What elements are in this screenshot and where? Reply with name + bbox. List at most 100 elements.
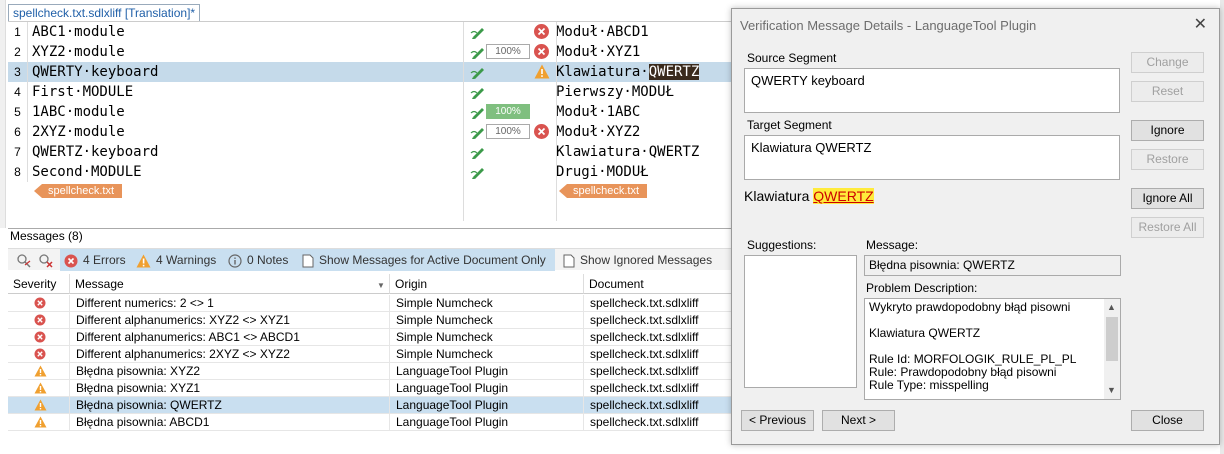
- sort-descending-icon[interactable]: ▼: [377, 281, 385, 290]
- source-cell[interactable]: XYZ2·module: [32, 43, 125, 61]
- source-cell[interactable]: 1ABC·module: [32, 103, 125, 121]
- errors-filter-button[interactable]: 4 Errors: [60, 249, 132, 271]
- segment-row[interactable]: 7 QWERTZ·keyboard Klawiatura·QWERTZ: [8, 142, 734, 162]
- source-segment-box[interactable]: QWERTY keyboard: [744, 68, 1120, 113]
- segment-row[interactable]: 1 ABC1·module Moduł·ABCD1: [8, 22, 734, 42]
- message-row[interactable]: Błędna pisownia: ABCD1 LanguageTool Plug…: [8, 414, 734, 431]
- ignore-all-button[interactable]: Ignore All: [1131, 188, 1204, 209]
- source-cell[interactable]: Second·MODULE: [32, 163, 142, 181]
- segment-row[interactable]: 8 Second·MODULE Drugi·MODUŁ: [8, 162, 734, 182]
- severity-cell: [8, 312, 70, 329]
- clear-messages-button[interactable]: [34, 249, 59, 271]
- problem-line: Wykryto prawdopodobny błąd pisowni: [869, 300, 1071, 314]
- segment-number: 5: [8, 102, 28, 122]
- edit-pencil-icon: [470, 48, 484, 59]
- message-row[interactable]: Different alphanumerics: 2XYZ <> XYZ2 Si…: [8, 346, 734, 363]
- message-column-header[interactable]: Message: [70, 274, 390, 294]
- show-ignored-button[interactable]: Show Ignored Messages: [559, 249, 734, 271]
- message-row[interactable]: Błędna pisownia: XYZ2 LanguageTool Plugi…: [8, 363, 734, 380]
- target-cell[interactable]: Klawiatura·QWERTZ: [556, 63, 700, 81]
- target-text: Moduł·XYZ1: [556, 44, 641, 60]
- ignore-button[interactable]: Ignore: [1131, 120, 1204, 141]
- target-cell[interactable]: Klawiatura·QWERTZ: [556, 143, 699, 161]
- previous-button[interactable]: < Previous: [741, 410, 814, 431]
- source-cell[interactable]: 2XYZ·module: [32, 123, 125, 141]
- status-cell: [466, 82, 556, 102]
- severity-cell: [8, 380, 70, 397]
- source-cell[interactable]: QWERTY·keyboard: [32, 63, 158, 81]
- segment-row[interactable]: 6 2XYZ·module 100% Moduł·XYZ2: [8, 122, 734, 142]
- suggestions-label: Suggestions:: [747, 238, 817, 252]
- severity-column-header[interactable]: Severity: [8, 274, 70, 294]
- source-cell[interactable]: QWERTZ·keyboard: [32, 143, 158, 161]
- message-cell: Different alphanumerics: XYZ2 <> XYZ1: [70, 312, 390, 329]
- document-cell: spellcheck.txt.sdlxliff: [584, 312, 734, 329]
- change-button[interactable]: Change: [1131, 52, 1204, 73]
- source-cell[interactable]: First·MODULE: [32, 83, 133, 101]
- segment-row[interactable]: 3 QWERTY·keyboard Klawiatura·QWERTZ: [8, 62, 734, 82]
- target-cell[interactable]: Pierwszy·MODUŁ: [556, 83, 674, 101]
- active-document-label: Show Messages for Active Document Only: [319, 253, 546, 267]
- active-document-filter-button[interactable]: Show Messages for Active Document Only: [298, 249, 555, 271]
- status-cell: 100%: [466, 102, 556, 122]
- segment-row[interactable]: 4 First·MODULE Pierwszy·MODUŁ: [8, 82, 734, 102]
- message-label: Message:: [866, 238, 919, 252]
- origin-column-header[interactable]: Origin: [390, 274, 584, 294]
- message-cell: Błędna pisownia: XYZ1: [70, 380, 390, 397]
- editor-grid: 1 ABC1·module Moduł·ABCD1 2 XYZ2·module 1…: [8, 21, 734, 221]
- document-cell: spellcheck.txt.sdlxliff: [584, 346, 734, 363]
- edit-pencil-icon: [470, 168, 484, 179]
- origin-cell: Simple Numcheck: [390, 295, 584, 312]
- problem-scrollbar[interactable]: ▲ ▼: [1104, 299, 1120, 399]
- segment-row[interactable]: 5 1ABC·module 100% Moduł·1ABC: [8, 102, 734, 122]
- target-cell[interactable]: Moduł·ABCD1: [556, 23, 649, 41]
- source-cell[interactable]: ABC1·module: [32, 23, 125, 41]
- source-document-tag: spellcheck.txt: [34, 184, 123, 198]
- target-segment-box[interactable]: Klawiatura QWERTZ: [744, 135, 1120, 180]
- message-row[interactable]: Different numerics: 2 <> 1 Simple Numche…: [8, 295, 734, 312]
- problem-lines: Wykryto prawdopodobny błąd pisowni Klawia…: [869, 301, 1116, 392]
- source-segment-label: Source Segment: [747, 51, 837, 65]
- document-cell: spellcheck.txt.sdlxliff: [584, 329, 734, 346]
- scrollbar-thumb[interactable]: [1106, 317, 1118, 361]
- close-button[interactable]: Close: [1131, 410, 1204, 431]
- origin-cell: Simple Numcheck: [390, 329, 584, 346]
- editor-document-tab[interactable]: spellcheck.txt.sdlxliff [Translation]*: [8, 4, 201, 22]
- message-cell: Different alphanumerics: 2XYZ <> XYZ2: [70, 346, 390, 363]
- suggestions-list[interactable]: [744, 255, 857, 388]
- status-cell: [466, 142, 556, 162]
- scroll-down-icon[interactable]: ▼: [1107, 384, 1116, 397]
- reset-button[interactable]: Reset: [1131, 81, 1204, 102]
- restore-all-button[interactable]: Restore All: [1131, 217, 1204, 238]
- target-cell[interactable]: Moduł·XYZ2: [556, 123, 640, 141]
- match-percent: 100%: [486, 104, 530, 119]
- target-cell[interactable]: Moduł·1ABC: [556, 103, 640, 121]
- scroll-up-icon[interactable]: ▲: [1107, 301, 1116, 314]
- problem-line: Rule Type: misspelling: [869, 378, 989, 392]
- message-row[interactable]: Different alphanumerics: ABC1 <> ABCD1 S…: [8, 329, 734, 346]
- restore-button[interactable]: Restore: [1131, 149, 1204, 170]
- target-cell[interactable]: Moduł·XYZ1: [556, 43, 640, 61]
- status-cell: 100%: [466, 122, 556, 142]
- message-row[interactable]: Błędna pisownia: QWERTZ LanguageTool Plu…: [8, 397, 734, 414]
- warning-icon: [34, 399, 47, 411]
- status-cell: [466, 62, 556, 82]
- target-cell[interactable]: Drugi·MODUŁ: [556, 163, 649, 181]
- document-cell: spellcheck.txt.sdlxliff: [584, 414, 734, 431]
- warnings-filter-button[interactable]: 4 Warnings: [132, 249, 224, 271]
- message-row[interactable]: Different alphanumerics: XYZ2 <> XYZ1 Si…: [8, 312, 734, 329]
- message-row[interactable]: Błędna pisownia: XYZ1 LanguageTool Plugi…: [8, 380, 734, 397]
- segment-number: 4: [8, 82, 28, 102]
- close-icon[interactable]: ✕: [1194, 17, 1207, 33]
- warning-icon: [34, 365, 47, 377]
- error-icon: [34, 331, 46, 343]
- severity-cell: [8, 346, 70, 363]
- status-cell: [466, 162, 556, 182]
- problem-description-box[interactable]: Wykryto prawdopodobny błąd pisowni Klawia…: [864, 298, 1121, 400]
- next-button[interactable]: Next >: [822, 410, 895, 431]
- document-cell: spellcheck.txt.sdlxliff: [584, 363, 734, 380]
- document-column-header[interactable]: Document: [584, 274, 734, 294]
- preview-highlight: QWERTZ: [813, 188, 874, 204]
- notes-filter-button[interactable]: 0 Notes: [224, 249, 298, 271]
- segment-row[interactable]: 2 XYZ2·module 100% Moduł·XYZ1: [8, 42, 734, 62]
